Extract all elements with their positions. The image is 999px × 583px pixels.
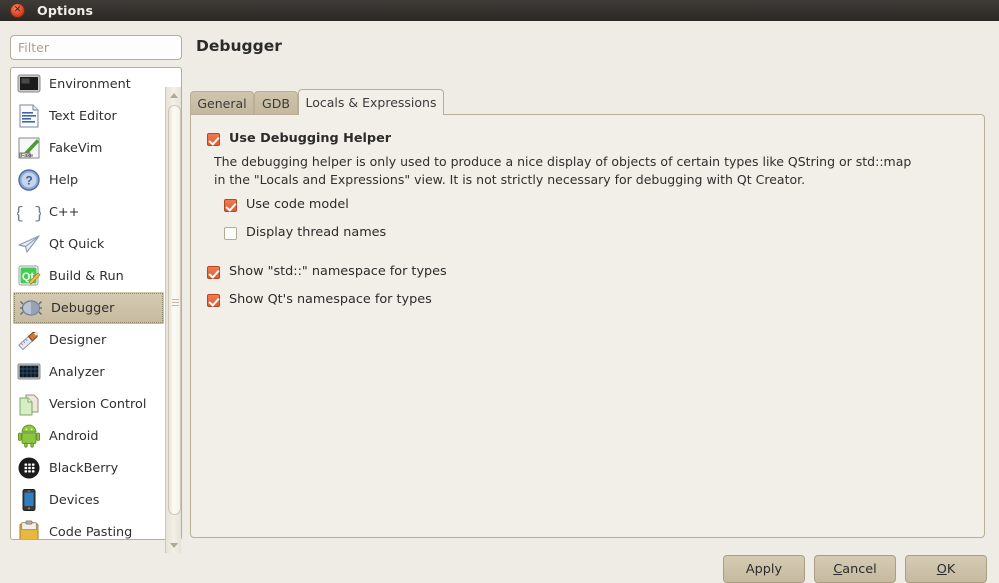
bug-icon	[19, 296, 43, 320]
ruler-pen-icon	[17, 328, 41, 352]
blackberry-icon	[17, 456, 41, 480]
sidebar-item-label: Help	[49, 172, 79, 188]
text-document-icon	[17, 104, 41, 128]
svg-text:?: ?	[25, 174, 32, 188]
page-title: Debugger	[196, 37, 282, 55]
clipboard-icon	[17, 520, 41, 539]
sidebar-item-android[interactable]: Android	[11, 420, 166, 452]
tab-gdb[interactable]: GDB	[254, 91, 298, 115]
sidebar-item-text-editor[interactable]: Text Editor	[11, 100, 166, 132]
sidebar-item-devices[interactable]: Devices	[11, 484, 166, 516]
analyzer-grid-icon	[17, 360, 41, 384]
use-code-model-label: Use code model	[246, 197, 349, 212]
checkbox-indicator-checked	[207, 133, 220, 146]
cancel-button-label: Cancel	[833, 561, 877, 577]
cancel-button[interactable]: Cancel	[814, 555, 896, 583]
use-code-model-checkbox[interactable]: Use code model	[224, 197, 349, 212]
tab-label: Locals & Expressions	[305, 95, 437, 110]
ok-button[interactable]: OK	[905, 555, 987, 583]
checkbox-indicator-checked	[207, 266, 220, 279]
apply-button-label: Apply	[745, 561, 783, 577]
filter-input[interactable]	[10, 35, 182, 60]
sidebar-item-label: Designer	[49, 332, 107, 348]
sidebar-item-label: Text Editor	[49, 108, 117, 124]
helper-description-line1: The debugging helper is only used to pro…	[214, 154, 912, 169]
scroll-down-arrow[interactable]	[166, 537, 182, 553]
close-glyph: ✕	[13, 5, 22, 15]
checkbox-indicator-unchecked	[224, 227, 237, 240]
qt-build-icon: Qt	[17, 264, 41, 288]
scrollbar-grip-icon	[172, 299, 179, 306]
sidebar-item-fakevim[interactable]: Fake FakeVim	[11, 132, 166, 164]
sidebar-item-code-pasting[interactable]: Code Pasting	[11, 516, 166, 540]
show-qt-namespace-checkbox[interactable]: Show Qt's namespace for types	[207, 292, 432, 307]
svg-text:{ }: { }	[17, 205, 41, 224]
options-dialog: Environment Text Editor Fake FakeVim? Help { …	[0, 21, 999, 583]
scrollbar-thumb[interactable]	[168, 105, 181, 515]
braces-icon: { }	[14, 200, 45, 224]
copy-pages-icon	[17, 392, 41, 416]
checkbox-indicator-checked	[224, 199, 237, 212]
category-list[interactable]: Environment Text Editor Fake FakeVim? Help { …	[10, 67, 182, 540]
tab-label: General	[197, 96, 247, 111]
sidebar-item-blackberry[interactable]: BlackBerry	[11, 452, 166, 484]
sidebar-item-version-control[interactable]: Version Control	[11, 388, 166, 420]
sidebar-item-label: Version Control	[49, 396, 147, 412]
category-list-items: Environment Text Editor Fake FakeVim? Help { …	[11, 68, 166, 540]
tab-label: GDB	[262, 96, 290, 111]
sidebar-item-build-run[interactable]: Qt Build & Run	[11, 260, 166, 292]
window-title: Options	[37, 3, 94, 18]
sidebar-item-analyzer[interactable]: Analyzer	[11, 356, 166, 388]
svg-text:Fake: Fake	[21, 153, 33, 159]
sidebar-item-debugger[interactable]: Debugger	[13, 292, 164, 324]
apply-button[interactable]: Apply	[723, 555, 805, 583]
sidebar-item-label: Qt Quick	[49, 236, 105, 252]
sidebar-item-label: Devices	[49, 492, 100, 508]
paper-plane-icon	[17, 232, 41, 256]
window-titlebar: ✕ Options	[0, 0, 999, 21]
sidebar-item-c[interactable]: { } C++	[11, 196, 166, 228]
tab-general[interactable]: General	[190, 91, 254, 115]
sidebar-item-qt-quick[interactable]: Qt Quick	[11, 228, 166, 260]
use-debugging-helper-checkbox[interactable]: Use Debugging Helper	[207, 131, 391, 146]
checkbox-indicator-checked	[207, 294, 220, 307]
helper-description-line2: in the "Locals and Expressions" view. It…	[214, 172, 806, 187]
fakevim-icon: Fake	[17, 136, 41, 160]
android-robot-icon	[17, 424, 41, 448]
display-thread-names-checkbox[interactable]: Display thread names	[224, 225, 386, 240]
sidebar-item-label: Environment	[49, 76, 131, 92]
sidebar-item-help[interactable]: ? Help	[11, 164, 166, 196]
helper-description: The debugging helper is only used to pro…	[214, 153, 974, 189]
locals-expressions-panel: Use Debugging Helper The debugging helpe…	[190, 114, 985, 538]
display-thread-names-label: Display thread names	[246, 225, 387, 240]
sidebar-item-label: C++	[49, 204, 80, 220]
close-icon[interactable]: ✕	[10, 3, 25, 18]
sidebar-item-label: Android	[49, 428, 99, 444]
scroll-up-arrow[interactable]	[166, 87, 182, 103]
sidebar-item-label: BlackBerry	[49, 460, 119, 476]
monitor-icon	[17, 72, 41, 96]
show-std-namespace-checkbox[interactable]: Show "std::" namespace for types	[207, 264, 447, 279]
sidebar-item-label: Build & Run	[49, 268, 124, 284]
show-std-namespace-label: Show "std::" namespace for types	[229, 264, 447, 279]
ok-button-label: OK	[936, 561, 956, 577]
category-list-scrollbar[interactable]	[165, 87, 181, 553]
help-question-icon: ?	[17, 168, 41, 192]
use-debugging-helper-label: Use Debugging Helper	[229, 131, 392, 146]
show-qt-namespace-label: Show Qt's namespace for types	[229, 292, 432, 307]
sidebar-item-environment[interactable]: Environment	[11, 68, 166, 100]
sidebar-item-label: Code Pasting	[49, 524, 133, 540]
sidebar-item-label: FakeVim	[49, 140, 103, 156]
phone-device-icon	[17, 488, 41, 512]
tab-locals-expressions[interactable]: Locals & Expressions	[298, 89, 444, 115]
sidebar-item-label: Debugger	[51, 300, 115, 316]
sidebar-item-designer[interactable]: Designer	[11, 324, 166, 356]
sidebar-item-label: Analyzer	[49, 364, 105, 380]
